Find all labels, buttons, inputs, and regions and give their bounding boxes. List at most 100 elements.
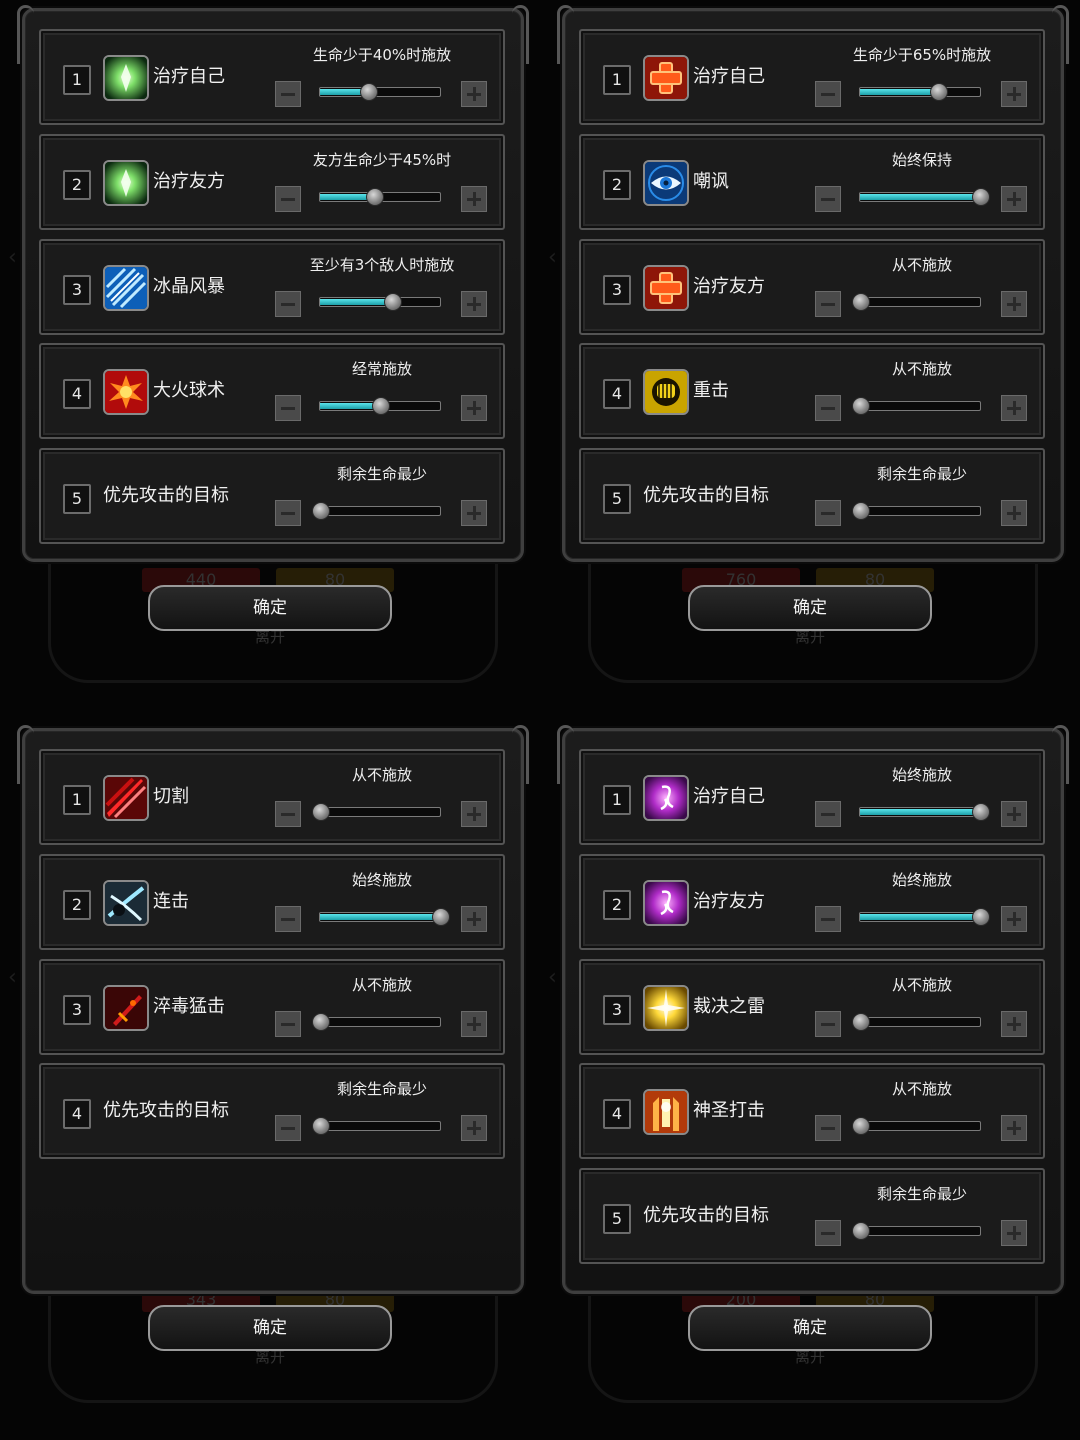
slider-knob[interactable] [384,292,402,311]
increase-button[interactable] [1001,905,1027,932]
slider-knob[interactable] [852,1222,870,1241]
plus-icon-vertical [473,191,476,206]
decrease-button[interactable] [815,1010,841,1037]
decrease-button[interactable] [815,1220,841,1247]
skill-name: 淬毒猛击 [153,995,225,1017]
decrease-button[interactable] [275,500,301,527]
increase-button[interactable] [461,1010,487,1037]
setting-slider[interactable] [319,397,441,416]
confirm-button[interactable]: 确定 [148,585,392,631]
setting-slider[interactable] [852,1222,981,1241]
confirm-button[interactable]: 确定 [688,585,932,631]
slider-knob[interactable] [972,187,990,206]
decrease-button[interactable] [815,395,841,422]
settings-screen: 20080离开‹›1治疗自己始终施放2治疗友方始终施放3裁决之雷从不施放4神圣打… [540,720,1080,1440]
setting-slider[interactable] [319,292,441,311]
setting-slider[interactable] [852,292,981,311]
slider-knob[interactable] [312,1012,330,1031]
increase-button[interactable] [1001,1115,1027,1142]
slider-knob[interactable] [930,83,948,101]
slider-knob[interactable] [852,1117,870,1136]
increase-button[interactable] [1001,81,1027,107]
setting-slider[interactable] [852,502,981,521]
decrease-button[interactable] [275,1115,301,1142]
decrease-button[interactable] [275,395,301,422]
increase-button[interactable] [1001,1220,1027,1247]
slider-knob[interactable] [372,397,390,416]
skill-row: 1 治疗自己 始终施放 [579,749,1045,845]
slider-knob[interactable] [360,83,378,101]
setting-slider[interactable] [852,1012,981,1031]
decrease-button[interactable] [275,1010,301,1037]
slider-knob[interactable] [852,397,870,416]
setting-slider[interactable] [312,502,441,521]
left-arrow-icon[interactable]: ‹ [548,965,557,990]
left-arrow-icon[interactable]: ‹ [8,965,17,990]
setting-slider[interactable] [312,803,441,821]
decrease-button[interactable] [815,290,841,317]
increase-button[interactable] [461,801,487,827]
slider-knob[interactable] [972,907,990,926]
panel-ornament-left [17,725,34,784]
increase-button[interactable] [1001,290,1027,317]
setting-label: 从不施放 [351,975,412,994]
left-arrow-icon[interactable]: ‹ [8,245,17,270]
increase-button[interactable] [1001,500,1027,527]
holy-strike-icon [643,1089,689,1136]
slider-knob[interactable] [852,502,870,521]
skill-name: 治疗友方 [693,275,765,297]
decrease-button[interactable] [815,1115,841,1142]
decrease-button[interactable] [815,81,841,107]
slider-knob[interactable] [366,187,384,206]
increase-button[interactable] [461,185,487,212]
purple-rune-heal-icon [643,879,689,926]
slider-knob[interactable] [852,292,870,311]
increase-button[interactable] [461,395,487,422]
increase-button[interactable] [1001,395,1027,422]
increase-button[interactable] [461,1115,487,1142]
decrease-button[interactable] [275,290,301,317]
increase-button[interactable] [461,81,487,107]
increase-button[interactable] [1001,185,1027,212]
slider-knob[interactable] [312,502,330,521]
decrease-button[interactable] [815,185,841,212]
slider-knob[interactable] [852,1012,870,1031]
increase-button[interactable] [461,905,487,932]
minus-icon [281,917,295,921]
confirm-button[interactable]: 确定 [688,1305,932,1351]
setting-slider[interactable] [319,83,441,101]
setting-slider[interactable] [319,187,441,206]
setting-slider[interactable] [859,907,990,926]
row-number-badge: 4 [603,379,631,410]
setting-slider[interactable] [859,187,990,206]
decrease-button[interactable] [815,801,841,827]
slider-knob[interactable] [312,1117,330,1136]
slider-knob[interactable] [432,907,450,926]
increase-button[interactable] [461,290,487,317]
left-arrow-icon[interactable]: ‹ [548,245,557,270]
decrease-button[interactable] [815,500,841,527]
decrease-button[interactable] [275,801,301,827]
skill-row: 2 嘲讽 始终保持 [579,133,1045,230]
slider-knob[interactable] [972,803,990,821]
increase-button[interactable] [461,500,487,527]
decrease-button[interactable] [275,905,301,932]
decrease-button[interactable] [275,81,301,107]
confirm-button[interactable]: 确定 [148,1305,392,1351]
setting-slider[interactable] [859,83,981,101]
slider-knob[interactable] [312,803,330,821]
increase-button[interactable] [1001,801,1027,827]
green-crystal-heal-icon [103,55,149,101]
skill-row: 4 优先攻击的目标 剩余生命最少 [39,1063,505,1160]
decrease-button[interactable] [275,185,301,212]
decrease-button[interactable] [815,905,841,932]
setting-slider[interactable] [312,1012,441,1031]
setting-slider[interactable] [852,397,981,416]
setting-slider[interactable] [859,803,990,821]
increase-button[interactable] [1001,1010,1027,1037]
setting-slider[interactable] [852,1117,981,1136]
minus-icon [281,93,295,96]
setting-slider[interactable] [312,1117,441,1136]
setting-label: 从不施放 [891,255,952,274]
setting-slider[interactable] [319,907,450,926]
